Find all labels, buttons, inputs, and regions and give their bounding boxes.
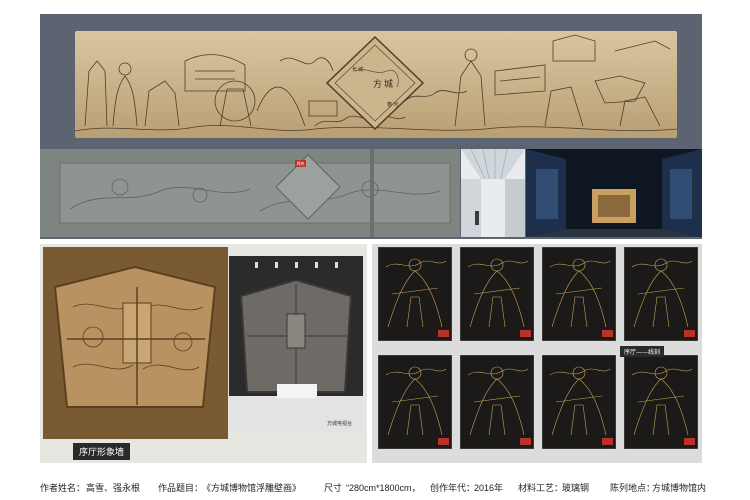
wechat-watermark: 方城电视台 <box>327 421 353 427</box>
year-label: 创作年代： <box>430 483 476 493</box>
location-value: 方城博物馆内 <box>652 483 707 493</box>
linework-label: 序厅——线刻 <box>620 346 665 357</box>
installed-relief-photo <box>40 149 460 237</box>
diamond-text-6: 河 <box>393 101 398 108</box>
diamond-text-4: 城 <box>358 66 363 73</box>
material-value: 玻璃钢 <box>562 483 590 493</box>
title-value: 《方城博物馆浮雕壁画》 <box>202 483 302 493</box>
engraved-board-8 <box>624 355 698 449</box>
engraved-board-2 <box>460 247 534 341</box>
installed-foyer-wall-photo <box>229 256 363 432</box>
engraved-board-4 <box>624 247 698 341</box>
engraved-board-1 <box>378 247 452 341</box>
size-value: “280cm*1800cm， <box>346 483 421 493</box>
engraved-board-5 <box>378 355 452 449</box>
long-relief-mural: 方 城 长 城 春 河 <box>75 31 677 138</box>
engraved-board-7 <box>542 355 616 449</box>
location-label: 陈列地点： <box>610 483 656 493</box>
author-value: 高雪、强永根 <box>86 483 141 493</box>
foyer-wall-label: 序厅形象墙 <box>73 443 131 460</box>
engraved-board-6 <box>460 355 534 449</box>
year-value: 2016年 <box>474 483 504 493</box>
red-stamp-strip: 郑杰 <box>295 160 306 167</box>
size-label: 尺寸 <box>324 483 343 493</box>
title-label: 作品题目： <box>158 483 204 493</box>
author-label: 作者姓名： <box>40 483 86 493</box>
bronze-relief-photo <box>43 247 228 439</box>
credits-footer: 作者姓名： 高雪、强永根 作品题目： 《方城博物馆浮雕壁画》 尺寸 “280cm… <box>40 477 706 495</box>
diamond-text-5: 春 <box>387 101 392 108</box>
exhibit-hall-photo <box>526 149 702 237</box>
diamond-text-3: 长 <box>352 66 357 73</box>
diamond-text-2: 城 <box>384 79 393 90</box>
diamond-text-1: 方 <box>373 78 382 90</box>
material-label: 材料工艺： <box>518 483 564 493</box>
engraved-board-3 <box>542 247 616 341</box>
hallway-photo <box>461 149 525 237</box>
